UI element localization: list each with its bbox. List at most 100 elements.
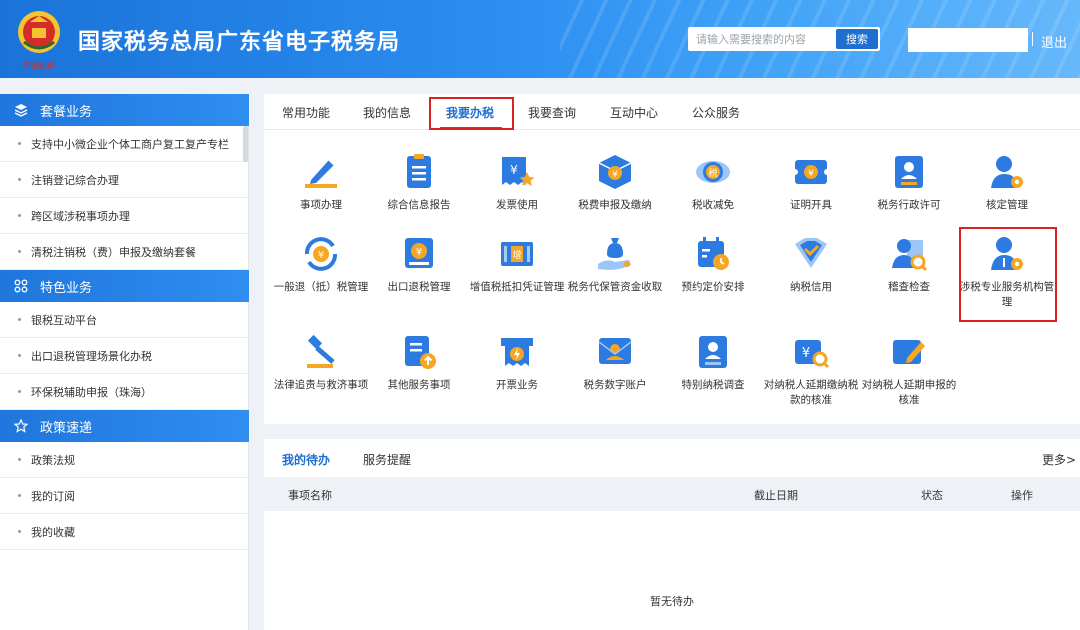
bullet <box>18 354 21 357</box>
function-item[interactable]: 特别纳税调查 <box>664 332 762 393</box>
sidebar-item-label: 环保税辅助申报（珠海） <box>31 385 152 399</box>
function-item[interactable]: 对纳税人延期申报的核准 <box>860 332 958 408</box>
yuan-search-icon: ¥ <box>795 340 830 369</box>
function-label: 税费申报及缴纳 <box>578 199 652 211</box>
sidebar-section-title: 特色业务 <box>40 280 93 296</box>
sidebar-item[interactable]: 出口退税管理场景化办税 <box>0 338 248 374</box>
sidebar-section-featured[interactable]: 特色业务 <box>0 270 249 302</box>
tab-interaction[interactable]: 互动中心 <box>610 104 658 121</box>
sidebar-item-label: 政策法规 <box>31 453 75 467</box>
document-up-icon <box>405 336 436 369</box>
column-header: 操作 <box>1011 489 1033 502</box>
column-header: 截止日期 <box>754 489 798 502</box>
sidebar-item[interactable]: 我的收藏 <box>0 514 248 550</box>
sidebar-item[interactable]: 环保税辅助申报（珠海） <box>0 374 248 410</box>
function-panel: 常用功能 我的信息 我要办税 我要查询 互动中心 公众服务 事项办理 综合信息报… <box>264 94 1080 424</box>
sidebar-scrollbar[interactable] <box>243 126 248 162</box>
edit-card-icon <box>893 340 925 364</box>
tab-my-todo[interactable]: 我的待办 <box>282 451 330 468</box>
function-item[interactable]: 税务代保管资金收取 <box>566 234 664 295</box>
search-button[interactable]: 搜索 <box>836 29 878 49</box>
function-label: 预约定价安排 <box>681 281 745 293</box>
function-label: 发票使用 <box>496 199 538 211</box>
svg-text:¥: ¥ <box>510 163 518 177</box>
search-input[interactable] <box>688 27 836 51</box>
sidebar-item[interactable]: 注销登记综合办理 <box>0 162 248 198</box>
certificate-icon: ¥ <box>792 160 830 184</box>
function-item[interactable]: ¥ 证明开具 <box>762 152 860 213</box>
pen-icon <box>305 159 337 188</box>
function-item[interactable]: ¥ 一般退（抵）税管理 <box>272 234 370 295</box>
function-item[interactable]: 法律追责与救济事项 <box>272 332 370 393</box>
sidebar-item-label: 出口退税管理场景化办税 <box>31 349 152 363</box>
tab-common[interactable]: 常用功能 <box>282 104 330 121</box>
column-header: 状态 <box>921 489 943 502</box>
empty-state-text: 暂无待办 <box>650 595 694 608</box>
grid-icon <box>14 279 28 293</box>
tab-query[interactable]: 我要查询 <box>528 104 576 121</box>
sidebar-item-label: 我的订阅 <box>31 489 75 503</box>
bullet <box>18 494 21 497</box>
function-label: 税收减免 <box>692 199 734 211</box>
yuan-box-icon: ¥ <box>598 155 632 189</box>
sidebar-section-title: 政策速递 <box>40 420 93 436</box>
function-item[interactable]: 稽查检查 <box>860 234 958 295</box>
sidebar-section-title: 套餐业务 <box>40 104 93 120</box>
tab-my-info[interactable]: 我的信息 <box>363 104 411 121</box>
more-link[interactable]: 更多> <box>1042 451 1076 468</box>
function-item[interactable]: ¥ 税费申报及缴纳 <box>566 152 664 213</box>
svg-text:¥: ¥ <box>808 169 814 179</box>
sidebar-item[interactable]: 跨区域涉税事项办理 <box>0 198 248 234</box>
sidebar-item[interactable]: 清税注销税（费）申报及缴纳套餐 <box>0 234 248 270</box>
sidebar-item-label: 注销登记综合办理 <box>31 173 119 187</box>
svg-text:¥: ¥ <box>416 247 422 258</box>
function-item[interactable]: 增 增值税抵扣凭证管理 <box>468 234 566 295</box>
function-label: 综合信息报告 <box>387 199 451 211</box>
function-label: 对纳税人延期申报的核准 <box>861 379 957 406</box>
function-label: 证明开具 <box>790 199 832 211</box>
function-item[interactable]: 预约定价安排 <box>664 234 762 295</box>
sidebar-item[interactable]: 银税互动平台 <box>0 302 248 338</box>
tab-highlight-box <box>429 97 514 130</box>
function-item[interactable]: ¥ 发票使用 <box>468 152 566 213</box>
function-label: 稽查检查 <box>888 281 930 293</box>
function-item[interactable]: 税务行政许可 <box>860 152 958 213</box>
svg-text:¥: ¥ <box>318 250 324 261</box>
function-item[interactable]: 税务数字账户 <box>566 332 664 393</box>
coin-reduce-icon: 税 <box>696 161 730 183</box>
function-label: 其他服务事项 <box>387 379 451 391</box>
bullet <box>18 458 21 461</box>
function-item[interactable]: 开票业务 <box>468 332 566 393</box>
function-item[interactable]: 事项办理 <box>272 152 370 213</box>
digital-account-icon <box>598 338 632 364</box>
function-item[interactable]: ¥ 出口退税管理 <box>370 234 468 295</box>
tab-service-reminder[interactable]: 服务提醒 <box>363 451 411 468</box>
shield-check-icon <box>795 238 827 268</box>
function-label: 一般退（抵）税管理 <box>273 281 369 293</box>
function-item[interactable]: 税 税收减免 <box>664 152 762 213</box>
function-item[interactable]: 纳税信用 <box>762 234 860 295</box>
sidebar-item[interactable]: 支持中小微企业个体工商户复工复产专栏 <box>0 126 248 162</box>
sidebar-item-label: 我的收藏 <box>31 525 75 539</box>
column-header: 事项名称 <box>288 489 332 502</box>
function-item[interactable]: ¥ 对纳税人延期缴纳税款的核准 <box>762 332 860 408</box>
function-item[interactable]: 其他服务事项 <box>370 332 468 393</box>
bullet <box>18 530 21 533</box>
function-item[interactable]: 综合信息报告 <box>370 152 468 213</box>
sidebar-item-label: 银税互动平台 <box>31 313 97 327</box>
sidebar-section-package[interactable]: 套餐业务 <box>0 94 249 126</box>
sidebar-item[interactable]: 政策法规 <box>0 442 248 478</box>
function-label: 出口退税管理 <box>387 281 451 293</box>
todo-panel: 我的待办 服务提醒 更多> 事项名称 截止日期 状态 操作 暂无待办 <box>264 439 1080 630</box>
money-bag-hand-icon <box>598 238 631 270</box>
function-item[interactable]: 核定管理 <box>958 152 1056 213</box>
vat-ticket-icon: 增 <box>501 242 533 266</box>
gavel-icon <box>307 334 335 368</box>
bullet <box>18 318 21 321</box>
sidebar-section-policy[interactable]: 政策速递 <box>0 410 249 442</box>
logout-link[interactable]: 退出 <box>1041 32 1067 51</box>
user-search-icon <box>892 239 928 272</box>
sidebar-item[interactable]: 我的订阅 <box>0 478 248 514</box>
tab-public-service[interactable]: 公众服务 <box>692 104 740 121</box>
bullet <box>18 178 21 181</box>
